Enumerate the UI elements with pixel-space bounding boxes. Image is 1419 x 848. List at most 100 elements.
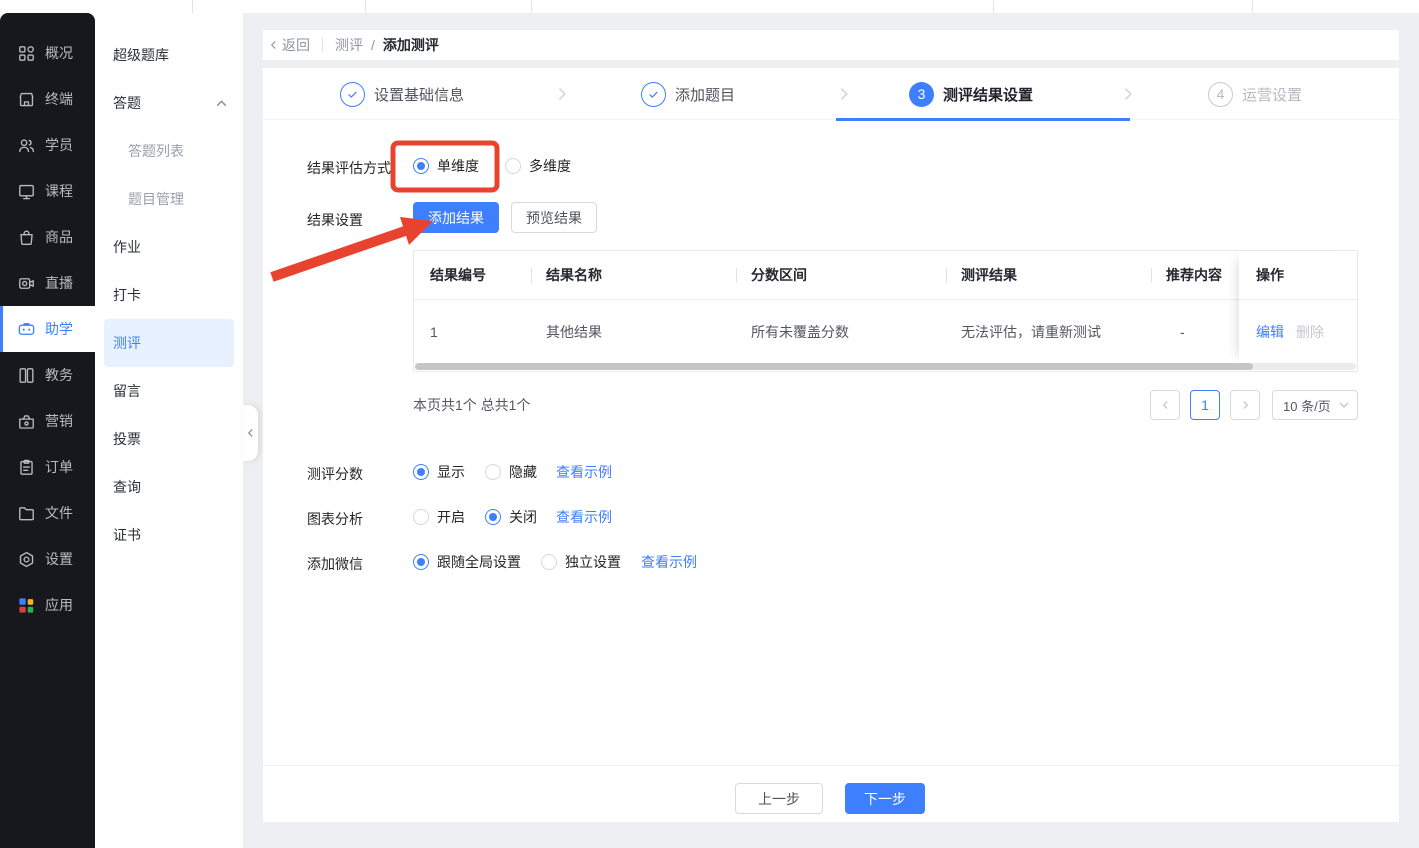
chart-example-link[interactable]: 查看示例 <box>556 508 612 526</box>
sidebar-item-files[interactable]: 文件 <box>0 490 95 536</box>
prev-step-button[interactable]: 上一步 <box>735 783 823 814</box>
next-page-button[interactable] <box>1230 390 1260 420</box>
submenu-item-answer-list[interactable]: 答题列表 <box>95 127 243 175</box>
primary-sidebar: 概况 终端 学员 课程 商品 直播 助学 教务 <box>0 13 95 848</box>
secondary-sidebar: 超级题库 答题 答题列表 题目管理 作业 打卡 测评 留言 投票 查询 证书 <box>95 13 243 848</box>
back-button[interactable]: 返回 <box>269 35 310 55</box>
submenu-group-answering[interactable]: 答题 <box>95 79 243 127</box>
sidebar-item-label: 订单 <box>45 457 73 477</box>
radio-chart-on[interactable]: 开启 <box>413 508 465 526</box>
submenu-item-query[interactable]: 查询 <box>95 463 243 511</box>
col-header-recommend: 推荐内容 <box>1166 251 1222 300</box>
academic-icon <box>17 366 36 385</box>
active-step-underline <box>836 118 1130 121</box>
col-header-result: 测评结果 <box>961 251 1017 300</box>
radio-label: 跟随全局设置 <box>437 552 521 572</box>
terminal-icon <box>17 90 36 109</box>
check-icon <box>647 88 660 101</box>
submenu-item-message[interactable]: 留言 <box>95 367 243 415</box>
radio-score-hide[interactable]: 隐藏 <box>485 463 537 481</box>
cell-result-id: 1 <box>430 300 438 364</box>
page-size-select[interactable]: 10 条/页 <box>1272 390 1358 420</box>
sidebar-item-goods[interactable]: 商品 <box>0 214 95 260</box>
sidebar-item-apps[interactable]: 应用 <box>0 582 95 628</box>
radio-label: 多维度 <box>529 156 571 176</box>
submenu-collapse-handle[interactable] <box>243 405 258 461</box>
sidebar-item-overview[interactable]: 概况 <box>0 30 95 76</box>
score-example-link[interactable]: 查看示例 <box>556 463 612 481</box>
apps-icon <box>17 596 36 615</box>
header-divider <box>946 268 947 283</box>
submenu-item-vote[interactable]: 投票 <box>95 415 243 463</box>
goods-icon <box>17 228 36 247</box>
sidebar-item-orders[interactable]: 订单 <box>0 444 95 490</box>
check-icon <box>346 88 359 101</box>
header-divider <box>736 268 737 283</box>
page-number-button[interactable]: 1 <box>1190 390 1220 420</box>
chevron-right-icon <box>555 87 569 101</box>
delete-link[interactable]: 删除 <box>1296 322 1324 342</box>
radio-wechat-global[interactable]: 跟随全局设置 <box>413 553 521 571</box>
students-icon <box>17 136 36 155</box>
sidebar-item-label: 终端 <box>45 89 73 109</box>
submenu-item-homework[interactable]: 作业 <box>95 223 243 271</box>
pagination-summary: 本页共1个 总共1个 <box>413 390 530 420</box>
footer-divider <box>263 765 1399 766</box>
eval-mode-label: 结果评估方式 <box>307 158 391 178</box>
step-operation-settings[interactable]: 4 运营设置 <box>1208 81 1302 107</box>
radio-selected-icon <box>485 509 501 525</box>
submenu-item-checkin[interactable]: 打卡 <box>95 271 243 319</box>
next-step-button[interactable]: 下一步 <box>845 783 925 814</box>
prev-page-button[interactable] <box>1150 390 1180 420</box>
edit-link[interactable]: 编辑 <box>1256 322 1284 342</box>
sidebar-item-terminal[interactable]: 终端 <box>0 76 95 122</box>
step-number-circle: 3 <box>909 82 934 107</box>
breadcrumb-section[interactable]: 测评 <box>335 35 363 55</box>
sidebar-item-marketing[interactable]: 营销 <box>0 398 95 444</box>
preview-result-button[interactable]: 预览结果 <box>511 202 597 233</box>
sidebar-item-settings[interactable]: 设置 <box>0 536 95 582</box>
radio-selected-icon <box>413 464 429 480</box>
horizontal-scrollbar-thumb[interactable] <box>415 363 1253 370</box>
radio-label: 关闭 <box>509 507 537 527</box>
breadcrumb-divider <box>322 38 323 52</box>
step-add-questions[interactable]: 添加题目 <box>641 81 735 107</box>
sidebar-item-courses[interactable]: 课程 <box>0 168 95 214</box>
submenu-item-assessment[interactable]: 测评 <box>104 319 234 367</box>
submenu-item-certificate[interactable]: 证书 <box>95 511 243 559</box>
radio-label: 单维度 <box>437 156 479 176</box>
add-result-button[interactable]: 添加结果 <box>413 202 499 233</box>
radio-single-dimension[interactable]: 单维度 <box>413 157 479 175</box>
chevron-down-icon <box>1339 400 1349 410</box>
submenu-item-label: 作业 <box>113 237 141 257</box>
wizard-card: 设置基础信息 添加题目 3 测评结果设置 4 运营设置 <box>263 68 1399 822</box>
sidebar-item-label: 营销 <box>45 411 73 431</box>
wechat-example-link[interactable]: 查看示例 <box>641 553 697 571</box>
step-done-circle <box>340 82 365 107</box>
sidebar-item-students[interactable]: 学员 <box>0 122 95 168</box>
radio-label: 显示 <box>437 462 465 482</box>
submenu-item-question-bank[interactable]: 超级题库 <box>95 31 243 79</box>
step-result-settings[interactable]: 3 测评结果设置 <box>909 81 1033 107</box>
stepper: 设置基础信息 添加题目 3 测评结果设置 4 运营设置 <box>263 68 1399 120</box>
horizontal-scrollbar-track[interactable] <box>415 363 1356 370</box>
files-icon <box>17 504 36 523</box>
radio-chart-off[interactable]: 关闭 <box>485 508 537 526</box>
sidebar-item-academic[interactable]: 教务 <box>0 352 95 398</box>
submenu-item-label: 题目管理 <box>128 189 184 209</box>
submenu-item-label: 超级题库 <box>113 45 169 65</box>
radio-score-show[interactable]: 显示 <box>413 463 465 481</box>
step-label: 添加题目 <box>675 84 735 105</box>
header-divider <box>531 268 532 283</box>
step-number-circle: 4 <box>1208 82 1233 107</box>
sidebar-item-label: 助学 <box>45 319 73 339</box>
submenu-item-label: 投票 <box>113 429 141 449</box>
sidebar-item-live[interactable]: 直播 <box>0 260 95 306</box>
sidebar-item-study-aid[interactable]: 助学 <box>0 306 95 352</box>
radio-wechat-independent[interactable]: 独立设置 <box>541 553 621 571</box>
step-basic-info[interactable]: 设置基础信息 <box>340 81 464 107</box>
submenu-item-label: 打卡 <box>113 285 141 305</box>
browser-tab-divider <box>993 0 994 13</box>
radio-multi-dimension[interactable]: 多维度 <box>505 157 571 175</box>
submenu-item-question-manage[interactable]: 题目管理 <box>95 175 243 223</box>
